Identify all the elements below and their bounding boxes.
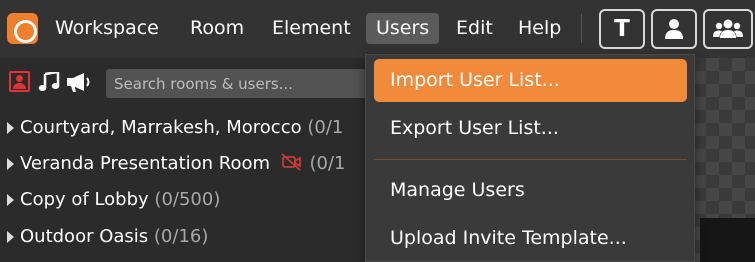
user-button[interactable] <box>651 9 697 49</box>
menubar: Workspace Room Element Users Edit Help T <box>0 0 755 58</box>
canvas-preview-dark-area <box>700 218 755 262</box>
expand-caret-icon[interactable] <box>7 194 14 206</box>
menu-element[interactable]: Element <box>262 13 361 44</box>
users-group-button[interactable] <box>703 9 753 49</box>
menu-item-import-user-list[interactable]: Import User List... <box>374 59 687 102</box>
menu-divider <box>374 159 687 160</box>
room-name: Courtyard, Marrakesh, Morocco <box>20 117 302 138</box>
room-name: Veranda Presentation Room <box>20 153 271 174</box>
user-filter-icon[interactable] <box>9 71 30 92</box>
camera-off-icon <box>281 153 301 171</box>
users-group-icon <box>713 19 743 38</box>
search-input[interactable] <box>106 69 370 98</box>
expand-caret-icon[interactable] <box>7 231 14 243</box>
text-tool-button[interactable]: T <box>599 9 645 49</box>
megaphone-icon[interactable] <box>66 72 92 92</box>
menu-separator <box>581 14 582 43</box>
app-logo-icon[interactable] <box>7 13 38 44</box>
user-icon <box>665 19 683 39</box>
room-count: (0/1 <box>309 153 346 174</box>
room-count: (0/16) <box>153 226 209 247</box>
menu-item-upload-invite-template[interactable]: Upload Invite Template... <box>374 217 687 260</box>
menu-room[interactable]: Room <box>180 13 254 44</box>
filter-row <box>0 58 370 108</box>
room-count: (0/500) <box>154 189 221 210</box>
menu-item-manage-users[interactable]: Manage Users <box>374 169 687 212</box>
room-list-panel: Courtyard, Marrakesh, Morocco (0/1 Veran… <box>0 58 370 262</box>
room-row[interactable]: Outdoor Oasis (0/16) <box>0 219 370 255</box>
menu-workspace[interactable]: Workspace <box>45 13 169 44</box>
room-count: (0/1 <box>307 117 344 138</box>
menu-users[interactable]: Users <box>366 13 440 44</box>
music-note-icon[interactable] <box>38 72 60 92</box>
expand-caret-icon[interactable] <box>7 158 14 170</box>
menu-edit[interactable]: Edit <box>446 13 503 44</box>
room-name: Copy of Lobby <box>20 189 149 210</box>
room-name: Outdoor Oasis <box>20 226 149 247</box>
users-dropdown-menu: Import User List... Export User List... … <box>365 54 695 262</box>
room-row[interactable]: Copy of Lobby (0/500) <box>0 182 370 218</box>
room-row[interactable]: Veranda Presentation Room (0/1 <box>0 146 370 182</box>
expand-caret-icon[interactable] <box>7 122 14 134</box>
menu-help[interactable]: Help <box>508 13 571 44</box>
text-tool-icon: T <box>614 16 630 42</box>
room-row[interactable]: Courtyard, Marrakesh, Morocco (0/1 <box>0 110 370 146</box>
menu-item-export-user-list[interactable]: Export User List... <box>374 107 687 150</box>
